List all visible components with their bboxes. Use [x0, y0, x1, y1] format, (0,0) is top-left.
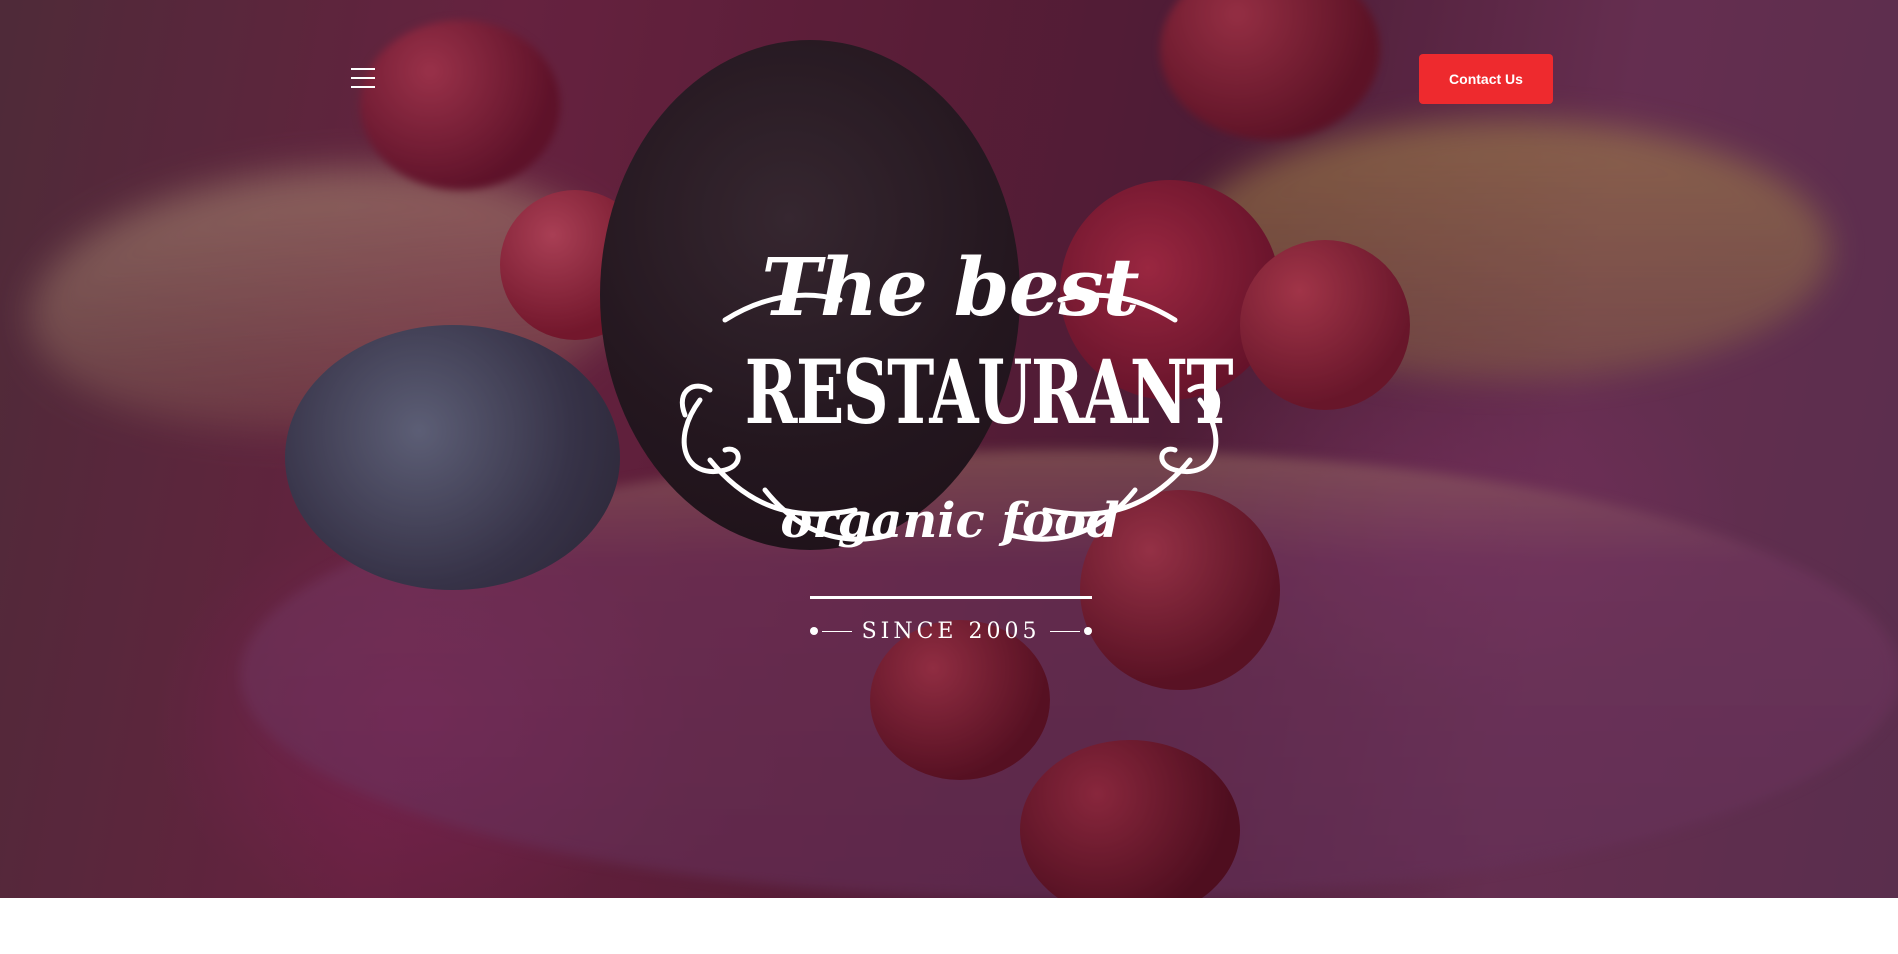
menu-bar: [351, 68, 375, 70]
dot-ornament: [1084, 627, 1093, 635]
logo-line-restaurant: RESTAURANT: [744, 340, 1234, 444]
since-row: SINCE 2005: [810, 616, 1093, 646]
hero-banner: Contact Us The best RESTAURANT organic f…: [0, 0, 1898, 898]
menu-bar: [351, 77, 375, 79]
divider-line: [1050, 630, 1081, 632]
restaurant-logo: The best RESTAURANT organic food: [665, 240, 1235, 580]
logo-line-the-best: The best: [761, 240, 1139, 334]
hamburger-menu-icon[interactable]: [351, 66, 377, 90]
since-text: SINCE 2005: [861, 618, 1041, 644]
contact-us-button[interactable]: Contact Us: [1419, 54, 1553, 104]
content-section: [0, 898, 1898, 954]
menu-bar: [351, 86, 375, 88]
dot-ornament: [810, 627, 818, 635]
logo-line-organic-food: organic food: [780, 493, 1120, 549]
divider-line: [822, 630, 852, 632]
logo-divider: [810, 596, 1092, 599]
